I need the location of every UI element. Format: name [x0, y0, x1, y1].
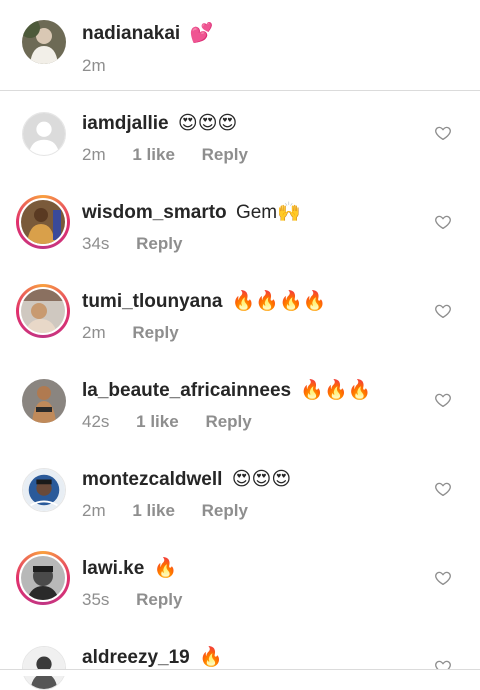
- likes-count[interactable]: 1 like: [132, 501, 175, 520]
- avatar[interactable]: [16, 284, 70, 338]
- reply-button[interactable]: Reply: [202, 501, 248, 520]
- likes-count[interactable]: 1 like: [132, 145, 175, 164]
- username[interactable]: iamdjallie: [82, 113, 169, 134]
- comment-text: 🔥: [153, 558, 178, 579]
- username[interactable]: montezcaldwell: [82, 469, 222, 490]
- avatar[interactable]: [22, 468, 66, 512]
- heart-outline-icon[interactable]: [434, 213, 452, 231]
- reply-button[interactable]: Reply: [136, 234, 182, 253]
- username[interactable]: lawi.ke: [82, 558, 144, 579]
- timestamp: 35s: [82, 590, 110, 609]
- avatar[interactable]: [22, 112, 66, 156]
- comment-text: 🔥: [199, 647, 223, 668]
- username[interactable]: wisdom_smarto: [82, 202, 227, 223]
- avatar[interactable]: [16, 551, 70, 605]
- comment-text: Gem🙌: [235, 202, 301, 223]
- avatar[interactable]: [22, 646, 66, 690]
- reply-button[interactable]: Reply: [202, 145, 248, 164]
- comment-text: 🔥🔥🔥: [300, 380, 372, 401]
- post-caption: nadianakai 💕 2m: [0, 0, 480, 91]
- reply-button[interactable]: Reply: [132, 323, 178, 342]
- heart-outline-icon[interactable]: [434, 302, 452, 320]
- avatar[interactable]: [16, 195, 70, 249]
- avatar[interactable]: [22, 379, 66, 423]
- username[interactable]: nadianakai: [82, 23, 180, 44]
- reply-button[interactable]: Reply: [136, 590, 182, 609]
- heart-outline-icon[interactable]: [434, 391, 452, 409]
- avatar[interactable]: [22, 20, 66, 64]
- caption-text: 💕: [189, 23, 214, 44]
- timestamp: 2m: [82, 56, 106, 75]
- comment-text: 😍😍😍: [177, 113, 238, 134]
- timestamp: 42s: [82, 412, 110, 431]
- timestamp: 34s: [82, 234, 110, 253]
- heart-outline-icon[interactable]: [434, 124, 452, 142]
- reply-button[interactable]: Reply: [205, 412, 251, 431]
- username[interactable]: tumi_tlounyana: [82, 291, 222, 312]
- username[interactable]: aldreezy_19: [82, 647, 190, 668]
- timestamp: 2m: [82, 323, 106, 342]
- timestamp: 2m: [82, 501, 106, 520]
- likes-count[interactable]: 1 like: [136, 412, 179, 431]
- heart-outline-icon[interactable]: [434, 569, 452, 587]
- heart-outline-icon[interactable]: [434, 480, 452, 498]
- timestamp: 2m: [82, 145, 106, 164]
- comment-text: 😍😍😍: [231, 469, 292, 490]
- username[interactable]: la_beaute_africainnees: [82, 380, 291, 401]
- comment-text: 🔥🔥🔥🔥: [231, 291, 327, 312]
